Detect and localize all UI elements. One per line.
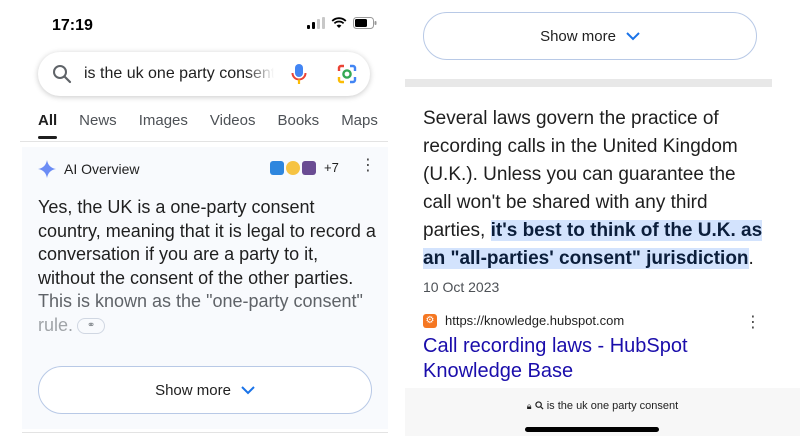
ai-overview-header: AI Overview [38, 160, 139, 178]
snippet-date: 10 Oct 2023 [423, 279, 500, 295]
show-more-label: Show more [540, 27, 616, 45]
address-bar-text[interactable]: 🔒︎ is the uk one party consent [405, 400, 800, 412]
tab-images[interactable]: Images [139, 112, 188, 129]
chevron-down-icon [241, 385, 255, 394]
battery-icon [353, 17, 377, 29]
tab-all[interactable]: All [38, 112, 58, 139]
lock-icon: 🔒︎ [526, 401, 532, 411]
ai-overview-faded: This is known as the "one-party consent" [38, 291, 363, 311]
source-url[interactable]: https://knowledge.hubspot.com [445, 313, 624, 328]
snippet-end: . [748, 248, 754, 269]
more-options-icon[interactable]: ⋮ [745, 312, 761, 332]
search-icon [53, 65, 72, 84]
status-icons [307, 17, 377, 29]
source-favicon [302, 160, 316, 175]
search-tabs: All News Images Videos Books Maps [38, 112, 400, 139]
section-divider [22, 432, 388, 433]
microphone-icon[interactable] [291, 63, 307, 85]
tab-books[interactable]: Books [277, 112, 319, 129]
ai-overview-label: AI Overview [64, 161, 140, 177]
source-favicon [270, 160, 284, 175]
signal-icon [307, 17, 325, 29]
show-more-button[interactable]: Show more [38, 366, 372, 414]
tab-maps[interactable]: Maps [341, 112, 378, 129]
home-indicator[interactable] [525, 427, 659, 432]
link-icon[interactable]: ⚭ [77, 317, 106, 334]
show-more-button[interactable]: Show more [423, 12, 757, 60]
tab-news[interactable]: News [79, 112, 117, 129]
result-title-link[interactable]: Call recording laws - HubSpot Knowledge … [423, 334, 753, 384]
more-options-icon[interactable]: ⋮ [360, 158, 376, 174]
show-more-label: Show more [155, 381, 231, 399]
search-bar[interactable]: is the uk one party consent [38, 52, 370, 96]
chevron-down-icon [626, 31, 640, 40]
featured-snippet: Several laws govern the practice of reco… [423, 105, 763, 301]
source-favicons[interactable]: +7 [270, 160, 339, 175]
search-input[interactable]: is the uk one party consent [84, 65, 274, 83]
wifi-icon [331, 17, 347, 28]
right-screen: Show more Several laws govern the practi… [405, 0, 800, 436]
more-sources-count: +7 [324, 160, 339, 175]
ai-overview-text: Yes, the UK is a one-party consent count… [38, 196, 378, 337]
ai-overview-faded-end: rule. [38, 314, 74, 335]
status-time: 17:19 [52, 17, 93, 34]
search-icon [534, 401, 544, 410]
source-favicon [286, 160, 300, 175]
address-text: is the uk one party consent [546, 400, 679, 412]
google-lens-icon[interactable] [336, 63, 358, 85]
result-source[interactable]: ⚙ https://knowledge.hubspot.com [423, 313, 624, 328]
sparkle-icon [38, 160, 56, 178]
ai-overview-main: Yes, the UK is a one-party consent count… [38, 197, 376, 288]
left-screen: 17:19 is the uk one party consent All Ne… [0, 0, 400, 436]
section-separator [405, 79, 772, 87]
tab-videos[interactable]: Videos [210, 112, 256, 129]
hubspot-icon: ⚙ [423, 313, 437, 328]
tabs-divider [20, 141, 388, 142]
